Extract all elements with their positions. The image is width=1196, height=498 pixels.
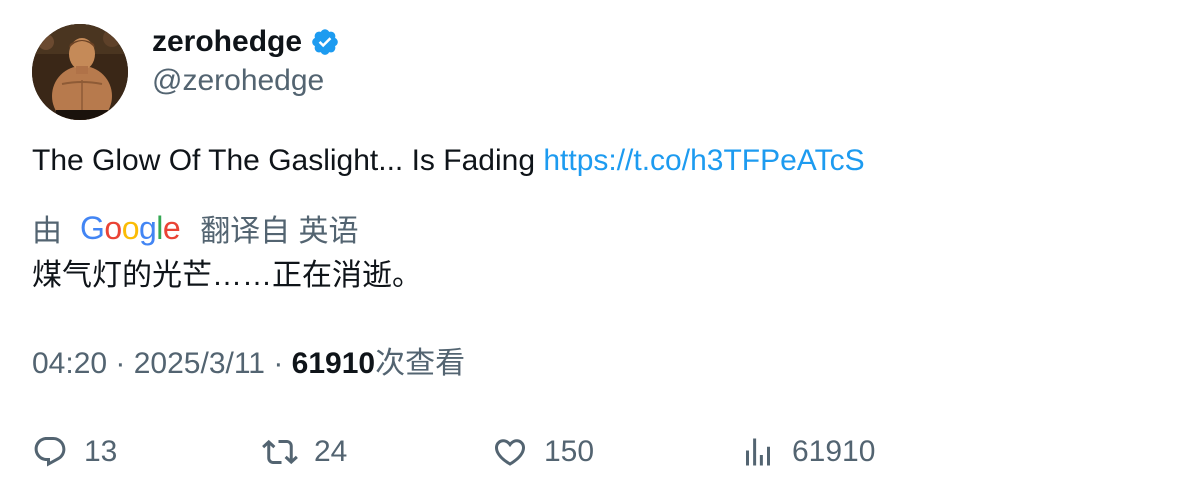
reply-count: 13 xyxy=(84,435,118,468)
views-chart-icon xyxy=(746,438,770,466)
translated-text: 煤气灯的光芒……正在消逝。 xyxy=(32,259,422,292)
translated-from-label: 翻译自 英语 xyxy=(200,215,359,248)
retweet-button[interactable]: 24 xyxy=(262,430,347,474)
tweet-date[interactable]: 2025/3/11 xyxy=(134,347,265,380)
views-action-count: 61910 xyxy=(792,435,876,468)
tweet-text: The Glow Of The Gaslight... Is Fading ht… xyxy=(32,142,865,180)
like-button[interactable]: 150 xyxy=(492,430,594,474)
reply-button[interactable]: 13 xyxy=(32,430,117,474)
verified-badge-icon[interactable] xyxy=(310,27,340,57)
translation-attribution[interactable]: 由 Google 翻译自 英语 xyxy=(32,208,359,249)
like-count: 150 xyxy=(544,435,595,468)
google-logo: Google xyxy=(80,209,181,246)
author-name[interactable]: zerohedge xyxy=(152,24,302,60)
meta-separator: · xyxy=(265,347,292,380)
tweet-link[interactable]: https://t.co/h3TFPeATcS xyxy=(543,144,864,177)
author-handle[interactable]: @zerohedge xyxy=(152,63,324,99)
author-name-row[interactable]: zerohedge xyxy=(152,24,340,60)
retweet-icon xyxy=(262,439,298,465)
reply-icon xyxy=(34,437,66,467)
avatar-image xyxy=(32,24,128,120)
views-button[interactable]: 61910 xyxy=(740,430,875,474)
heart-icon xyxy=(494,439,526,466)
retweet-count: 24 xyxy=(314,435,348,468)
views-suffix: 次查看 xyxy=(375,347,466,380)
tweet-card: zerohedge @zerohedge The Glow Of The Gas… xyxy=(0,0,1196,498)
action-bar: 13 24 150 61910 xyxy=(0,430,1196,474)
avatar[interactable] xyxy=(32,24,128,120)
tweet-time[interactable]: 04:20 xyxy=(32,347,107,380)
views-count: 61910 xyxy=(291,347,376,380)
meta-separator: · xyxy=(107,347,134,380)
tweet-body: The Glow Of The Gaslight... Is Fading xyxy=(32,144,544,177)
translated-by-label: 由 xyxy=(32,215,62,248)
tweet-meta: 04:20 · 2025/3/11 · 61910次查看 xyxy=(32,344,465,384)
